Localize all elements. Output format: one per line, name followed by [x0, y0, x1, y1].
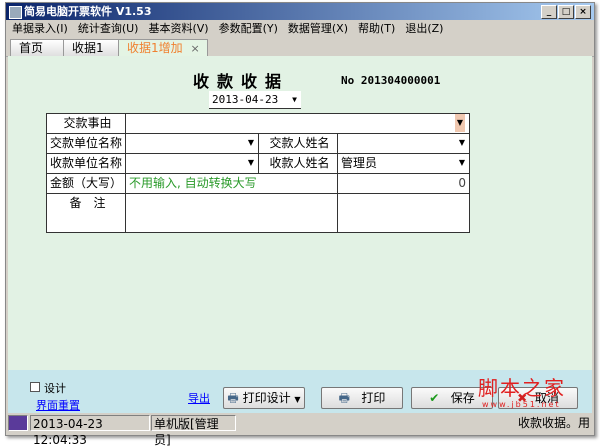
- menu-data-manage[interactable]: 数据管理(X): [288, 21, 348, 37]
- checkbox-icon[interactable]: [30, 382, 40, 392]
- print-button[interactable]: 🖶 打印: [321, 387, 403, 409]
- label-reason: 交款事由: [46, 113, 126, 134]
- close-tab-icon[interactable]: ×: [190, 42, 199, 55]
- payee-name-combo[interactable]: 管理员 ▼: [337, 153, 470, 174]
- menu-help[interactable]: 帮助(T): [358, 21, 395, 37]
- label-payee-unit: 收款单位名称: [46, 153, 126, 174]
- menu-entry[interactable]: 单据录入(I): [12, 21, 68, 37]
- menu-basic-data[interactable]: 基本资料(V): [148, 21, 208, 37]
- app-window: 简易电脑开票软件 V1.53 _ □ × 单据录入(I) 统计查询(U) 基本资…: [5, 2, 595, 447]
- chevron-down-icon: ▼: [292, 95, 297, 104]
- close-button[interactable]: ×: [575, 5, 591, 19]
- status-mode: 单机版[管理员]: [151, 415, 236, 447]
- design-label: 设计: [44, 382, 66, 395]
- save-label: 保存: [450, 391, 475, 405]
- remark-extra[interactable]: [337, 193, 470, 233]
- menu-query[interactable]: 统计查询(U): [78, 21, 139, 37]
- menu-exit[interactable]: 退出(Z): [405, 21, 443, 37]
- label-payee-name: 收款人姓名: [258, 153, 338, 174]
- status-message: 收款收据。用: [517, 416, 590, 430]
- chevron-down-icon: ▼: [458, 138, 465, 147]
- print-label: 打印: [361, 391, 386, 405]
- window-title: 简易电脑开票软件 V1.53: [24, 5, 152, 18]
- amount-input[interactable]: 0: [337, 173, 470, 194]
- menu-config[interactable]: 参数配置(Y): [219, 21, 278, 37]
- form-title: 收款收据: [193, 72, 290, 91]
- date-picker[interactable]: 2013-04-23 ▼: [209, 91, 301, 109]
- remark-input[interactable]: [125, 193, 338, 233]
- check-icon: ✔: [429, 391, 440, 405]
- receipt-form: 收款收据 No 201304000001 2013-04-23 ▼ 交款事由 ▼ …: [8, 56, 592, 413]
- menu-bar: 单据录入(I) 统计查询(U) 基本资料(V) 参数配置(Y) 数据管理(X) …: [6, 21, 594, 37]
- chevron-down-icon: ▼: [294, 395, 301, 404]
- status-datetime: 2013-04-23 12:04:33: [30, 415, 150, 447]
- printer-icon: 🖶: [338, 391, 350, 405]
- chevron-down-icon: ▼: [247, 158, 254, 167]
- print-design-button[interactable]: 🖶 打印设计 ▼: [223, 387, 305, 409]
- status-app-icon: [8, 415, 28, 431]
- reset-layout-link[interactable]: 界面重置: [36, 397, 80, 413]
- app-icon: [9, 6, 22, 19]
- receipt-number: No 201304000001: [341, 74, 441, 87]
- tab-label: 收据1增加: [127, 41, 183, 55]
- chevron-down-icon: ▼: [458, 158, 465, 167]
- label-payer-name: 交款人姓名: [258, 133, 338, 154]
- maximize-button[interactable]: □: [558, 5, 574, 19]
- chevron-down-icon: ▼: [454, 114, 465, 132]
- minimize-button[interactable]: _: [541, 5, 557, 19]
- export-link[interactable]: 导出: [188, 390, 210, 406]
- watermark-logo: 脚本之家: [478, 376, 566, 400]
- title-bar: 简易电脑开票软件 V1.53 _ □ ×: [6, 3, 594, 20]
- design-checkbox[interactable]: 设计: [30, 380, 66, 396]
- print-design-label: 打印设计: [242, 391, 291, 405]
- status-bar: 2013-04-23 12:04:33 单机版[管理员] 收款收据。用: [6, 414, 594, 447]
- payee-name-value: 管理员: [341, 156, 378, 170]
- payer-name-combo[interactable]: ▼: [337, 133, 470, 154]
- label-amount: 金额（大写）: [46, 173, 126, 194]
- tab-bar: 首页 收据1 收据1增加 ×: [6, 37, 594, 58]
- amount-uppercase: 不用输入, 自动转换大写: [125, 173, 338, 194]
- date-value: 2013-04-23: [212, 93, 279, 106]
- payee-unit-combo[interactable]: ▼: [125, 153, 259, 174]
- tab-label: 首页: [19, 41, 44, 55]
- label-remark: 备 注: [46, 193, 126, 233]
- chevron-down-icon: ▼: [247, 138, 254, 147]
- payer-unit-combo[interactable]: ▼: [125, 133, 259, 154]
- watermark-url: www.jb51.net: [482, 400, 561, 409]
- tab-home[interactable]: 首页: [10, 39, 70, 57]
- reason-combo[interactable]: ▼: [125, 113, 470, 134]
- tab-receipt1[interactable]: 收据1: [63, 39, 125, 57]
- label-payer-unit: 交款单位名称: [46, 133, 126, 154]
- printer-icon: 🖶: [227, 391, 239, 405]
- tab-label: 收据1: [72, 41, 104, 55]
